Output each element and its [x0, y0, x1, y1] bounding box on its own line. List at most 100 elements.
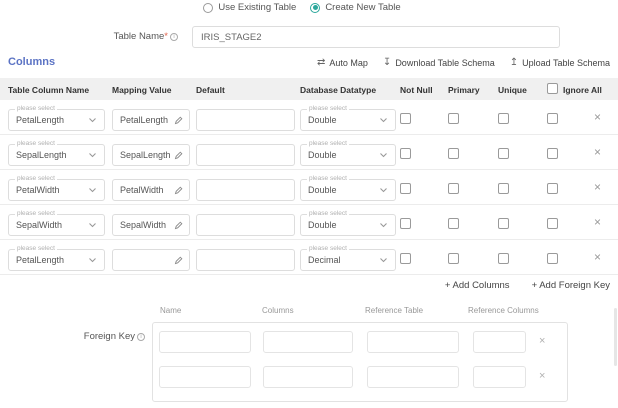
foreign-key-label: Foreign Key i	[84, 331, 145, 342]
fk-reference-columns-input[interactable]	[473, 366, 526, 388]
upload-table-schema-button[interactable]: ↥ Upload Table Schema	[509, 57, 610, 69]
not-null-checkbox[interactable]	[400, 218, 411, 229]
unique-checkbox[interactable]	[498, 218, 509, 229]
ignore-checkbox[interactable]	[547, 218, 558, 229]
primary-checkbox[interactable]	[448, 253, 459, 264]
table-name-input[interactable]	[192, 26, 560, 48]
chevron-down-icon	[380, 118, 387, 123]
please-select-label: please select	[15, 140, 57, 148]
column-name-select[interactable]: please select SepalLength	[8, 140, 105, 166]
default-value-input[interactable]	[196, 109, 295, 131]
unique-checkbox[interactable]	[498, 183, 509, 194]
columns-section-title: Columns	[8, 56, 56, 68]
ignore-checkbox[interactable]	[547, 148, 558, 159]
chevron-down-icon	[380, 188, 387, 193]
header-default: Default	[196, 85, 225, 95]
mapping-value-field	[112, 144, 190, 166]
columns-table-body: please select PetalLength please select …	[0, 100, 618, 275]
fk-name-input[interactable]	[159, 366, 251, 388]
mapping-value-input[interactable]	[113, 115, 174, 125]
foreign-key-row: ×	[153, 366, 567, 388]
please-select-label: please select	[15, 245, 57, 253]
please-select-label: please select	[15, 105, 57, 113]
radio-selected-icon[interactable]	[310, 2, 321, 13]
download-table-schema-button[interactable]: ↧ Download Table Schema	[382, 57, 495, 69]
mapping-value-input[interactable]	[113, 255, 174, 265]
mapping-value-input[interactable]	[113, 220, 174, 230]
mapping-value-input[interactable]	[113, 150, 174, 160]
fk-columns-input[interactable]	[263, 331, 353, 353]
add-foreign-key-button[interactable]: + Add Foreign Key	[532, 280, 610, 291]
please-select-label: please select	[307, 175, 349, 183]
radio-unselected-icon[interactable]	[203, 2, 214, 13]
datatype-select[interactable]: please select Double	[300, 175, 396, 201]
datatype-select[interactable]: please select Double	[300, 140, 396, 166]
primary-checkbox[interactable]	[448, 218, 459, 229]
fk-name-input[interactable]	[159, 331, 251, 353]
fk-reference-table-input[interactable]	[367, 331, 459, 353]
fk-header-reference-columns: Reference Columns	[468, 306, 539, 315]
column-name-select[interactable]: please select PetalWidth	[8, 175, 105, 201]
create-new-table-radio[interactable]: Create New Table	[310, 2, 401, 13]
add-columns-button[interactable]: + Add Columns	[445, 280, 510, 291]
default-value-input[interactable]	[196, 249, 295, 271]
fk-header-name: Name	[160, 306, 182, 315]
delete-row-icon[interactable]: ×	[594, 181, 601, 193]
create-table-page: Use Existing Table Create New Table Tabl…	[0, 0, 618, 408]
mapping-value-input[interactable]	[113, 185, 174, 195]
default-value-input[interactable]	[196, 144, 295, 166]
use-existing-table-radio[interactable]: Use Existing Table	[203, 2, 296, 13]
delete-row-icon[interactable]: ×	[594, 251, 601, 263]
ignore-checkbox[interactable]	[547, 183, 558, 194]
auto-map-button[interactable]: ⇄ Auto Map	[317, 58, 368, 69]
download-icon: ↧	[382, 57, 392, 68]
not-null-checkbox[interactable]	[400, 253, 411, 264]
not-null-checkbox[interactable]	[400, 113, 411, 124]
primary-checkbox[interactable]	[448, 113, 459, 124]
default-value-input[interactable]	[196, 214, 295, 236]
upload-icon: ↥	[509, 57, 519, 68]
fk-reference-columns-input[interactable]	[473, 331, 526, 353]
ignore-all-checkbox[interactable]	[547, 83, 558, 94]
column-name-select[interactable]: please select PetalLength	[8, 245, 105, 271]
default-value-input[interactable]	[196, 179, 295, 201]
datatype-select[interactable]: please select Double	[300, 210, 396, 236]
primary-checkbox[interactable]	[448, 148, 459, 159]
unique-checkbox[interactable]	[498, 113, 509, 124]
delete-row-icon[interactable]: ×	[594, 146, 601, 158]
datatype-select[interactable]: please select Decimal	[300, 245, 396, 271]
delete-foreign-key-icon[interactable]: ×	[539, 336, 545, 347]
chevron-down-icon	[380, 258, 387, 263]
please-select-label: please select	[307, 105, 349, 113]
chevron-down-icon	[89, 258, 96, 263]
please-select-label: please select	[15, 210, 57, 218]
delete-foreign-key-icon[interactable]: ×	[539, 371, 545, 382]
foreign-key-panel: × ×	[152, 322, 568, 402]
unique-checkbox[interactable]	[498, 253, 509, 264]
datatype-select[interactable]: please select Double	[300, 105, 396, 131]
unique-checkbox[interactable]	[498, 148, 509, 159]
mapping-value-field	[112, 249, 190, 271]
ignore-checkbox[interactable]	[547, 253, 558, 264]
primary-checkbox[interactable]	[448, 183, 459, 194]
column-name-select[interactable]: please select PetalLength	[8, 105, 105, 131]
please-select-label: please select	[307, 210, 349, 218]
table-name-label: Table Name* i	[114, 31, 178, 42]
not-null-checkbox[interactable]	[400, 183, 411, 194]
column-name-select[interactable]: please select SepalWidth	[8, 210, 105, 236]
not-null-checkbox[interactable]	[400, 148, 411, 159]
please-select-label: please select	[15, 175, 57, 183]
ignore-checkbox[interactable]	[547, 113, 558, 124]
create-new-table-label: Create New Table	[325, 2, 401, 13]
delete-row-icon[interactable]: ×	[594, 216, 601, 228]
fk-columns-input[interactable]	[263, 366, 353, 388]
vertical-scrollbar[interactable]	[614, 308, 617, 366]
mapping-value-field	[112, 179, 190, 201]
chevron-down-icon	[89, 118, 96, 123]
table-row: please select PetalWidth please select D…	[0, 170, 618, 205]
pencil-icon	[174, 116, 183, 124]
delete-row-icon[interactable]: ×	[594, 111, 601, 123]
chevron-down-icon	[89, 153, 96, 158]
fk-reference-table-input[interactable]	[367, 366, 459, 388]
table-row: please select SepalWidth please select D…	[0, 205, 618, 240]
